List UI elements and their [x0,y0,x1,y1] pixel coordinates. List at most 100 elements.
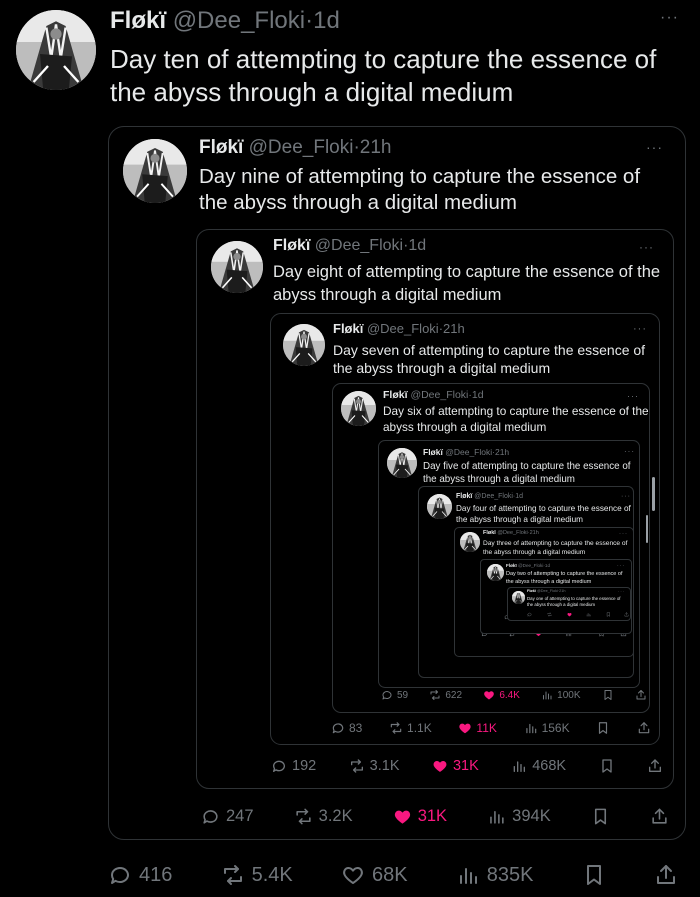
more-icon[interactable]: ··· [619,531,628,537]
reply-button[interactable]: 59 [381,689,408,701]
author-handle[interactable]: @Dee_Floki [367,321,439,336]
author-name[interactable]: Fløkï [506,563,517,568]
like-button[interactable]: 6.4K [483,689,520,701]
author-name[interactable]: Fløkï [423,447,443,457]
more-icon[interactable]: ··· [627,392,639,401]
reply-button[interactable]: 192 [271,758,316,774]
reply-button[interactable]: 247 [201,807,254,826]
bookmark-icon [606,612,611,617]
quoted-tweet[interactable]: Fløkï @Dee_Floki·21h ··· Day one of attemp… [507,587,631,621]
avatar[interactable] [460,532,480,552]
repost-button[interactable]: 3.2K [294,807,353,826]
author-handle[interactable]: @Dee_Floki [497,530,527,536]
like-button[interactable]: 31K [393,807,447,826]
author-handle[interactable]: @Dee_Floki [410,389,468,401]
reply-button[interactable]: 83 [331,721,362,735]
share-button[interactable] [637,721,651,735]
repost-count: 3.2K [318,806,353,825]
share-button[interactable] [654,863,678,887]
more-icon[interactable]: ··· [618,590,625,594]
more-icon[interactable]: ··· [624,448,635,456]
share-button[interactable] [624,612,629,617]
timestamp[interactable]: 1d [472,389,484,401]
views-icon [456,863,480,887]
author-name[interactable]: Fløkï [333,321,363,336]
like-button[interactable]: 31K [432,758,479,774]
repost-button[interactable] [547,612,554,617]
timestamp[interactable]: 1d [313,7,340,34]
avatar[interactable] [427,494,452,519]
like-button[interactable] [567,612,574,617]
action-bar: 59 622 6.4K 100K [381,687,647,703]
like-count: 31K [452,757,479,774]
bookmark-button[interactable] [602,689,614,701]
repost-button[interactable]: 5.4K [221,863,293,887]
timestamp[interactable]: 21h [559,589,565,593]
timestamp[interactable]: 21h [443,321,465,336]
more-icon[interactable]: ··· [660,10,679,26]
timestamp[interactable]: 21h [530,530,539,536]
avatar[interactable] [16,10,96,90]
avatar[interactable] [283,324,325,366]
share-button[interactable] [650,807,669,826]
bookmark-button[interactable] [591,807,610,826]
author-handle[interactable]: @Dee_Floki [249,137,354,158]
repost-button[interactable]: 1.1K [389,721,432,735]
author-handle[interactable]: @Dee_Floki [474,493,513,500]
author-handle[interactable]: @Dee_Floki [173,7,305,34]
repost-button[interactable]: 3.1K [349,758,400,774]
avatar[interactable] [341,391,376,426]
author-name[interactable]: Fløkï [483,530,496,536]
more-icon[interactable]: ··· [617,564,625,569]
like-button[interactable]: 11K [458,721,497,735]
more-icon[interactable]: ··· [621,493,631,500]
avatar[interactable] [512,591,525,604]
author-name[interactable]: Fløkï [456,493,472,500]
more-icon[interactable]: ··· [639,241,654,253]
repost-button[interactable]: 622 [429,689,462,701]
avatar[interactable] [211,241,263,293]
author-name[interactable]: Fløkï [273,237,310,254]
avatar[interactable] [487,564,504,581]
views-button[interactable]: 835K [456,863,534,887]
avatar[interactable] [123,139,187,203]
views-button[interactable]: 156K [524,721,570,735]
bookmark-button[interactable] [599,758,615,774]
share-button[interactable] [635,689,647,701]
reply-button[interactable]: 416 [108,863,172,887]
author-name[interactable]: Fløkï [527,589,536,593]
author-handle[interactable]: @Dee_Floki [445,447,492,457]
scrollbar-thumb[interactable] [652,477,655,511]
reply-button[interactable] [527,612,534,617]
avatar[interactable] [387,448,417,478]
author-handle[interactable]: @Dee_Floki [537,589,558,593]
bookmark-button[interactable] [582,863,606,887]
timestamp[interactable]: 21h [360,137,392,158]
bookmark-button[interactable] [606,612,611,617]
author-handle[interactable]: @Dee_Floki [315,237,403,254]
tweet-text: Day nine of attempting to capture the es… [199,165,641,214]
views-button[interactable] [586,612,593,617]
tweet-header: Fløkï @Dee_Floki·21h [527,589,566,594]
views-button[interactable]: 394K [487,807,551,826]
bookmark-button[interactable] [596,721,610,735]
author-handle[interactable]: @Dee_Floki [518,563,543,568]
views-button[interactable]: 468K [511,758,566,774]
timestamp[interactable]: 1d [545,563,550,568]
timestamp[interactable]: 1d [408,237,426,254]
author-name[interactable]: Fløkï [383,389,408,401]
share-button[interactable] [647,758,663,774]
more-icon[interactable]: ··· [646,140,663,154]
timestamp[interactable]: 1d [515,493,523,500]
views-button[interactable]: 100K [541,689,581,701]
reply-count: 247 [226,806,254,825]
more-icon[interactable]: ··· [633,324,647,335]
like-button[interactable]: 68K [341,863,408,887]
author-name[interactable]: Fløkï [110,7,166,34]
repost-count: 1.1K [407,721,432,735]
timestamp[interactable]: 21h [495,447,509,457]
tweet-header: Fløkï @Dee_Floki·1d [383,390,484,401]
author-name[interactable]: Fløkï [199,137,243,158]
scrollbar-thumb[interactable] [646,515,648,543]
like-count: 6.4K [499,689,520,701]
